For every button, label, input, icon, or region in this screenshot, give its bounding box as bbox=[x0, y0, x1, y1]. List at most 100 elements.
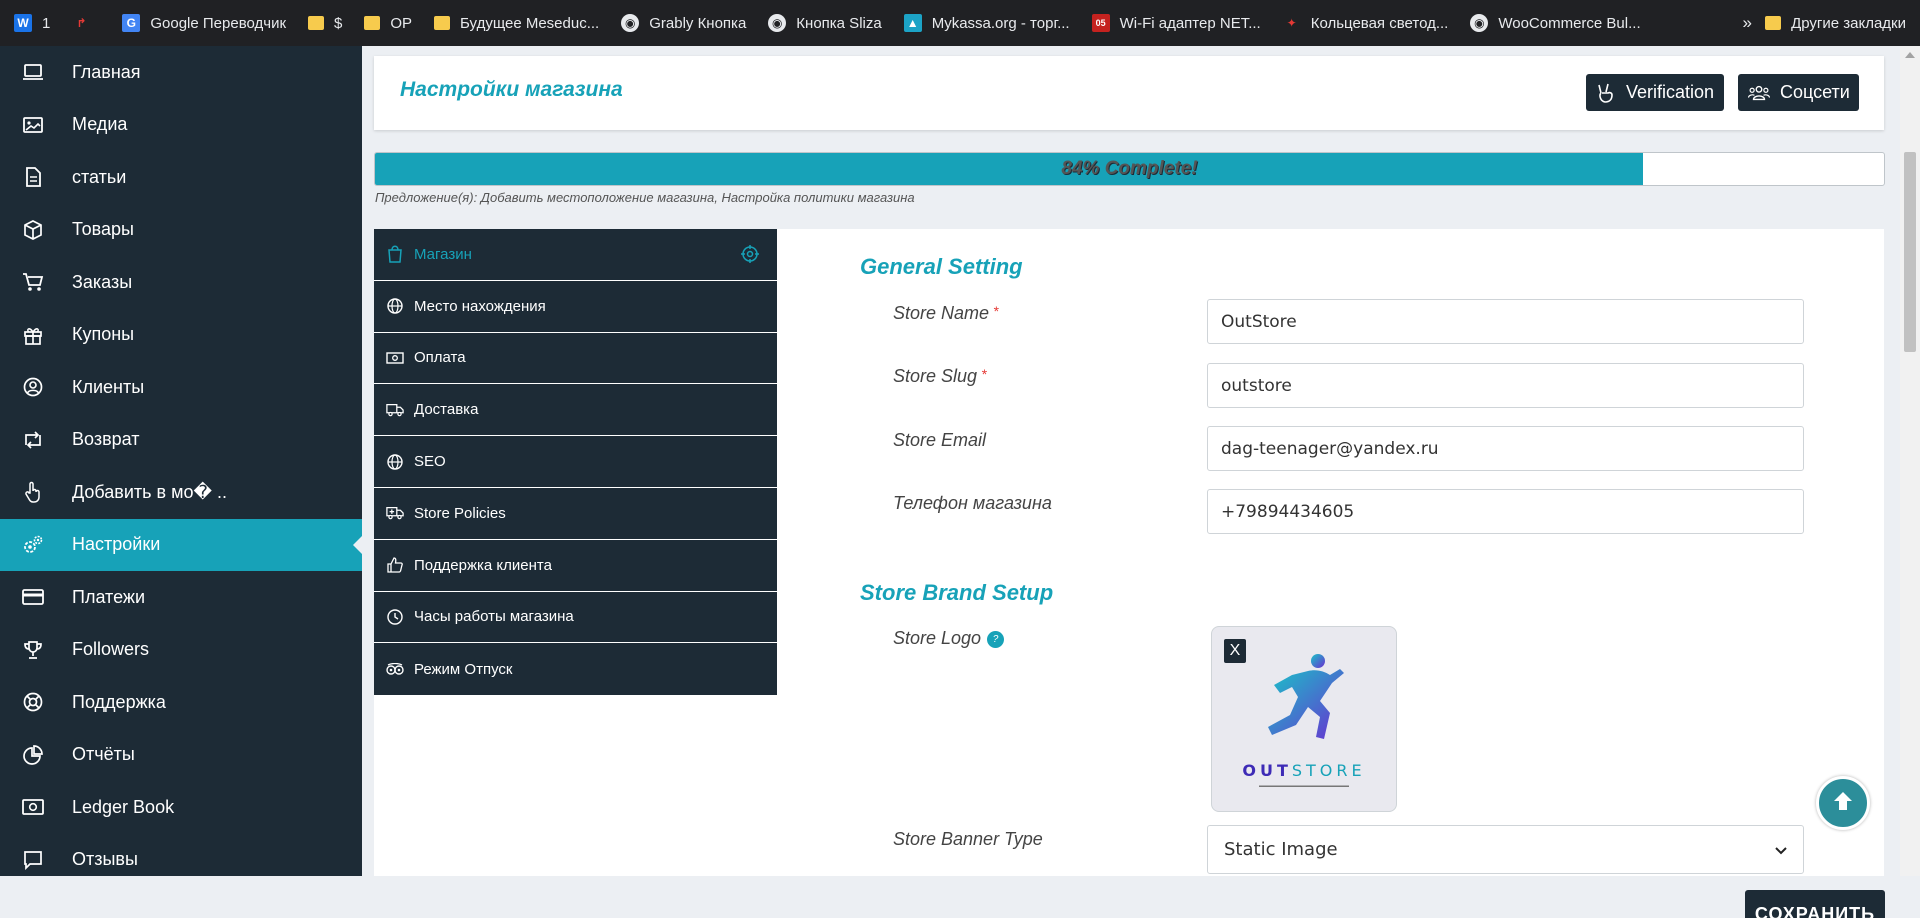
sidebar-item-label: Купоны bbox=[72, 324, 135, 345]
google-translate-icon: G bbox=[122, 14, 141, 32]
sidebar-item-home[interactable]: Главная bbox=[0, 46, 362, 99]
globe-icon: ◉ bbox=[621, 14, 640, 32]
verification-button[interactable]: Verification bbox=[1586, 74, 1724, 111]
social-label: Соцсети bbox=[1780, 82, 1850, 102]
sidebar-item-products[interactable]: Товары bbox=[0, 204, 362, 257]
globe-icon bbox=[386, 453, 404, 471]
sidebar-item-add-to-store[interactable]: Добавить в мо� .. bbox=[0, 466, 362, 519]
settings-tabs: Магазин Место нахождения Оплата Доставка… bbox=[374, 229, 777, 696]
gift-icon bbox=[22, 324, 44, 346]
tab-label: Место нахождения bbox=[414, 297, 546, 315]
sidebar-item-orders[interactable]: Заказы bbox=[0, 256, 362, 309]
sidebar-item-customers[interactable]: Клиенты bbox=[0, 361, 362, 414]
tab-vacation-mode[interactable]: Режим Отпуск bbox=[374, 643, 777, 695]
truck-icon bbox=[386, 401, 404, 419]
trophy-icon bbox=[22, 639, 44, 661]
ambulance-icon bbox=[386, 504, 404, 522]
sidebar-item-label: Товары bbox=[72, 219, 134, 240]
bookmark-label: Grably Кнопка bbox=[649, 14, 747, 32]
bottom-bar bbox=[0, 876, 1920, 918]
site-icon: ✦ bbox=[1286, 16, 1297, 30]
bookmark-op[interactable]: OP bbox=[364, 0, 412, 46]
globe-icon: ◉ bbox=[768, 14, 787, 32]
bookmarks-more-button[interactable]: » bbox=[1743, 0, 1752, 46]
bookmark-sliza[interactable]: ◉ Кнопка Sliza bbox=[768, 0, 882, 46]
bookmark-label: $ bbox=[334, 14, 343, 32]
bookmark-ring-light[interactable]: ✦ Кольцевая светод... bbox=[1283, 0, 1449, 46]
bookmark-google-translate[interactable]: G Google Переводчик bbox=[122, 0, 286, 46]
sidebar-item-media[interactable]: Медиа bbox=[0, 99, 362, 152]
sidebar: Главная Медиа статьи Товары Заказы Купон… bbox=[0, 46, 362, 876]
progress-suggestion: Предложение(я): Добавить местоположение … bbox=[375, 190, 915, 205]
runner-logo-image bbox=[1268, 654, 1344, 739]
bookmark-label: WooCommerce Bul... bbox=[1498, 14, 1641, 32]
store-banner-type-select[interactable]: Static Image bbox=[1207, 825, 1804, 874]
sidebar-item-label: статьи bbox=[72, 166, 127, 187]
scrollbar-thumb[interactable] bbox=[1904, 152, 1916, 352]
store-slug-label: Store Slug * bbox=[893, 366, 987, 386]
bookmark-star[interactable]: ↱ bbox=[72, 0, 100, 46]
document-icon bbox=[22, 166, 44, 188]
tab-label: SEO bbox=[414, 453, 446, 471]
tab-label: Store Policies bbox=[414, 504, 506, 522]
star-bookmark-icon: ↱ bbox=[76, 16, 87, 30]
scroll-to-top-button[interactable] bbox=[1816, 776, 1870, 830]
bookmark-meseduc[interactable]: Будущее Meseduc... bbox=[434, 0, 599, 46]
sidebar-item-articles[interactable]: статьи bbox=[0, 151, 362, 204]
other-bookmarks[interactable]: Другие закладки bbox=[1765, 0, 1906, 46]
crosshair-icon bbox=[741, 245, 759, 263]
tab-label: Магазин bbox=[414, 245, 472, 263]
clock-icon bbox=[386, 608, 404, 626]
tab-location[interactable]: Место нахождения bbox=[374, 281, 777, 333]
store-slug-input[interactable]: outstore bbox=[1207, 363, 1804, 408]
logo-tagline-graphic: ▬▬▬▬▬▬▬▬▬▬▬▬▬▬▬▬▬▬ bbox=[1259, 783, 1349, 789]
sidebar-item-label: Медиа bbox=[72, 114, 128, 135]
social-button[interactable]: Соцсети bbox=[1738, 74, 1859, 111]
sidebar-item-label: Заказы bbox=[72, 271, 133, 292]
tab-shipping[interactable]: Доставка bbox=[374, 384, 777, 437]
bookmark-dollar[interactable]: $ bbox=[308, 0, 342, 46]
sidebar-item-label: Настройки bbox=[72, 534, 161, 555]
tab-seo[interactable]: SEO bbox=[374, 436, 777, 488]
sidebar-item-refund[interactable]: Возврат bbox=[0, 414, 362, 467]
folder-icon bbox=[308, 16, 325, 30]
bookmark-wifi[interactable]: 05 Wi-Fi адаптер NET... bbox=[1091, 0, 1261, 46]
sidebar-item-settings[interactable]: Настройки bbox=[0, 518, 362, 571]
image-icon bbox=[22, 114, 44, 136]
tab-store-hours[interactable]: Часы работы магазина bbox=[374, 592, 777, 644]
tab-store-policies[interactable]: Store Policies bbox=[374, 488, 777, 540]
sidebar-item-label: Отзывы bbox=[72, 849, 138, 870]
tab-payment[interactable]: Оплата bbox=[374, 333, 777, 385]
globe-icon bbox=[386, 297, 404, 315]
bookmark-mykassa[interactable]: ▲ Mykassa.org - торг... bbox=[903, 0, 1070, 46]
thumbs-up-icon bbox=[386, 556, 404, 574]
sidebar-item-payments[interactable]: Платежи bbox=[0, 571, 362, 624]
store-name-input[interactable]: OutStore bbox=[1207, 299, 1804, 344]
tab-label: Часы работы магазина bbox=[414, 608, 574, 626]
money-bill-icon bbox=[386, 349, 404, 367]
store-phone-input[interactable]: +79894434605 bbox=[1207, 489, 1804, 534]
scroll-up-arrow[interactable] bbox=[1905, 52, 1915, 58]
store-brand-setup-title: Store Brand Setup bbox=[860, 580, 1054, 605]
save-button[interactable]: СОХРАНИТЬ bbox=[1745, 890, 1885, 918]
sidebar-item-support[interactable]: Поддержка bbox=[0, 676, 362, 729]
page-scrollbar[interactable] bbox=[1900, 46, 1920, 876]
bookmark-grably[interactable]: ◉ Grably Кнопка bbox=[621, 0, 746, 46]
bookmark-label: 1 bbox=[42, 14, 51, 32]
bookmark-woocommerce[interactable]: ◉ WooCommerce Bul... bbox=[1470, 0, 1641, 46]
general-setting-title: General Setting bbox=[860, 254, 1023, 279]
tab-customer-support[interactable]: Поддержка клиента bbox=[374, 540, 777, 592]
sidebar-item-ledger-book[interactable]: Ledger Book bbox=[0, 781, 362, 834]
profile-progress-bar: 84% Complete! bbox=[374, 152, 1885, 186]
sidebar-item-reports[interactable]: Отчёты bbox=[0, 729, 362, 782]
tab-store[interactable]: Магазин bbox=[374, 229, 777, 281]
help-icon[interactable]: ? bbox=[987, 630, 1005, 648]
retweet-icon bbox=[22, 429, 44, 451]
store-email-input[interactable]: dag-teenager@yandex.ru bbox=[1207, 426, 1804, 471]
sidebar-item-coupons[interactable]: Купоны bbox=[0, 309, 362, 362]
bookmark-wordpress[interactable]: W1 bbox=[14, 0, 50, 46]
sidebar-item-followers[interactable]: Followers bbox=[0, 624, 362, 677]
sidebar-item-label: Добавить в мо� .. bbox=[72, 481, 227, 502]
money-icon bbox=[22, 796, 44, 818]
store-logo-preview[interactable]: X OUTSTORE ▬▬▬▬▬▬▬▬▬▬▬▬▬▬▬▬▬▬ bbox=[1211, 626, 1397, 812]
